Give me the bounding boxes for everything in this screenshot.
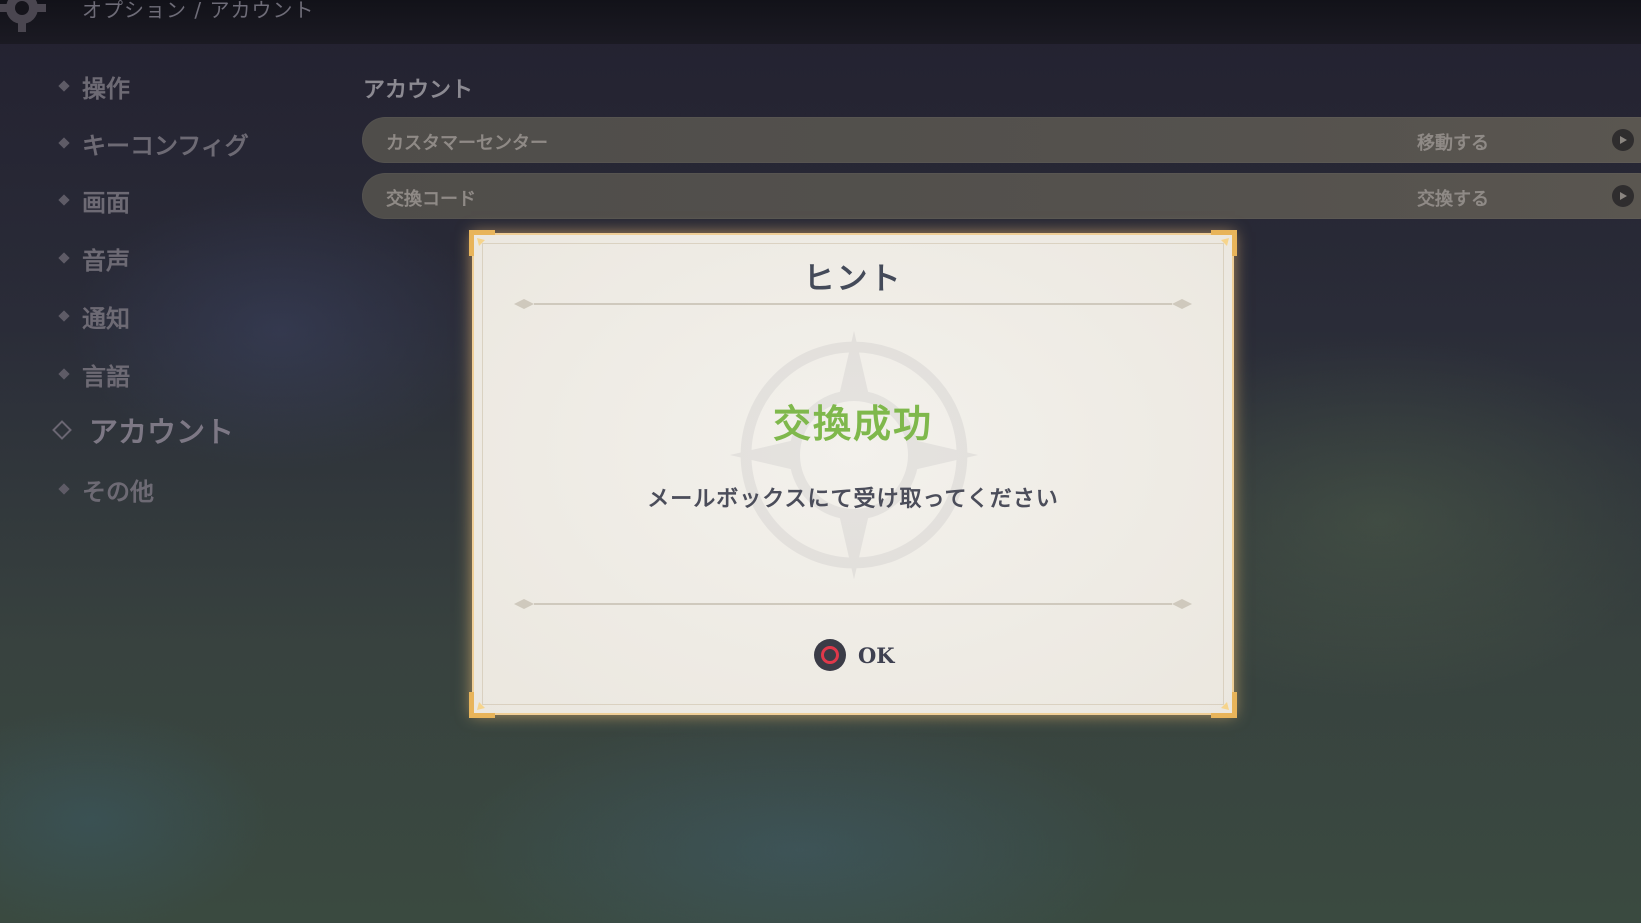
sidebar-item-label: 音声 [82, 246, 130, 275]
row-action: 移動する [1417, 133, 1489, 154]
corner-ornament-icon [469, 692, 495, 718]
sidebar-item-label: キーコンフィグ [82, 131, 249, 160]
row-label: カスタマーセンター [386, 133, 548, 154]
diamond-bullet-icon [58, 137, 70, 149]
sidebar-item-label: 画面 [82, 188, 130, 217]
dialog-title: ヒント [803, 261, 903, 297]
sidebar-item-display[interactable]: 画面 [58, 180, 130, 220]
diamond-bullet-icon [58, 194, 70, 206]
row-label: 交換コード [386, 189, 476, 210]
redeem-status: 交換成功 [772, 402, 933, 446]
sidebar-item-label: 通知 [82, 304, 130, 333]
sidebar-item-other[interactable]: その他 [58, 469, 154, 509]
sidebar-item-language[interactable]: 言語 [58, 354, 130, 394]
sidebar-item-label: アカウント [89, 415, 235, 449]
section-title: アカウント [363, 78, 474, 103]
sidebar-item-keyconfig[interactable]: キーコンフィグ [58, 123, 249, 163]
sidebar-item-label: 操作 [82, 74, 130, 103]
sidebar-item-label: その他 [82, 477, 154, 506]
sidebar-item-label: 言語 [82, 362, 130, 391]
diamond-bullet-icon [58, 80, 70, 92]
top-bar: オプション / アカウント [0, 0, 1641, 44]
diamond-bullet-icon [58, 368, 70, 380]
diamond-selected-icon [52, 420, 72, 440]
emblem-watermark-icon [729, 330, 979, 580]
diamond-bullet-icon [58, 483, 70, 495]
sidebar-item-account[interactable]: アカウント [52, 410, 235, 450]
breadcrumb: オプション / アカウント [82, 0, 315, 22]
ok-button-label: OK [858, 642, 895, 668]
sidebar-item-notifications[interactable]: 通知 [58, 296, 130, 336]
play-arrow-icon [1612, 185, 1634, 207]
sidebar-item-audio[interactable]: 音声 [58, 238, 130, 278]
circle-button-icon [814, 639, 846, 671]
ornamental-divider [514, 299, 1192, 309]
sidebar-item-controls[interactable]: 操作 [58, 66, 130, 106]
dialog-message: メールボックスにて受け取ってください [647, 487, 1059, 512]
row-action: 交換する [1417, 189, 1489, 210]
diamond-bullet-icon [58, 252, 70, 264]
play-arrow-icon [1612, 129, 1634, 151]
diamond-bullet-icon [58, 310, 70, 322]
hint-dialog: ヒント 交換成功 メールボックスにて受け取ってください OK [469, 230, 1237, 718]
ok-button[interactable]: OK [814, 637, 895, 673]
ornamental-divider [514, 599, 1192, 609]
redeem-code-row[interactable]: 交換コード 交換する [362, 173, 1641, 219]
gear-icon [0, 0, 46, 32]
corner-ornament-icon [1211, 692, 1237, 718]
customer-center-row[interactable]: カスタマーセンター 移動する [362, 117, 1641, 163]
